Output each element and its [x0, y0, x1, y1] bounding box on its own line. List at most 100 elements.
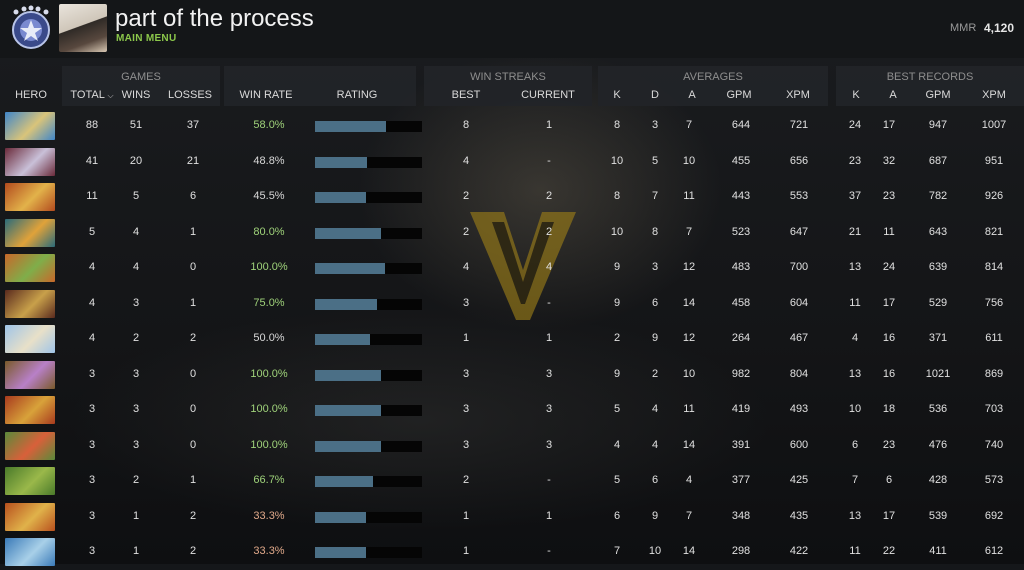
- hero-portrait-icon[interactable]: [5, 396, 55, 424]
- best-a-cell: 16: [882, 367, 896, 380]
- win-rate-cell: 66.7%: [253, 474, 285, 486]
- col-win-rate[interactable]: WIN RATE: [240, 89, 293, 101]
- table-row[interactable]: 4 4 0 100.0% 4 4 9 3 12 483 700 13 24 639 814: [0, 250, 1024, 286]
- table-row[interactable]: 3 1 2 33.3% 1-7 10 14 298 422 11 22 411 612: [0, 534, 1024, 570]
- streak-current-cell: -: [547, 154, 551, 167]
- mmr-label: MMR: [950, 22, 977, 34]
- streak-current-cell: -: [547, 296, 551, 309]
- table-row[interactable]: 3 3 0 100.0% 3 3 9 2 10 982 804 13 16 1021 869: [0, 357, 1024, 393]
- avg-k-cell: 9: [613, 261, 621, 273]
- hero-portrait-icon[interactable]: [5, 254, 55, 282]
- best-gpm-cell: 1021: [925, 367, 951, 380]
- best-a-cell: 16: [882, 332, 896, 344]
- avg-a-cell: 11: [683, 403, 695, 415]
- best-k-cell: 13: [848, 261, 862, 273]
- hero-portrait-icon[interactable]: [5, 502, 55, 531]
- win-rate-cell: 100.0%: [250, 367, 288, 380]
- hero-portrait-icon[interactable]: [5, 147, 55, 176]
- losses-cell: 1: [189, 296, 197, 309]
- col-best-k[interactable]: K: [852, 89, 859, 101]
- table-row[interactable]: 3 2 1 66.7% 2 - 5 6 4 377 425 7 6 428 573: [0, 463, 1024, 499]
- total-cell: 3: [88, 403, 96, 415]
- col-best-xpm[interactable]: XPM: [982, 89, 1006, 101]
- best-xpm-cell: 756: [984, 296, 1004, 309]
- table-row[interactable]: 4 2 2 50.0% 1 1 2 9 12 264 467 4 16 371 611: [0, 321, 1024, 357]
- wins-cell: 51: [129, 119, 143, 131]
- avg-k-cell: 5: [613, 403, 621, 415]
- col-avg-d[interactable]: D: [651, 89, 659, 101]
- streak-current-cell: 3: [545, 438, 553, 451]
- table-row[interactable]: 5 4 1 80.0% 2 2 10 8 7 523 647 21 11 643 821: [0, 215, 1024, 251]
- col-best-a[interactable]: A: [889, 89, 896, 101]
- table-row[interactable]: 3 3 0 100.0% 3 3 4 4 14 391 600 6 23 476 740: [0, 428, 1024, 464]
- best-a-cell: 23: [882, 438, 896, 451]
- table-row[interactable]: 11 5 6 45.5% 2 2 8 7 11 443 553 37 23 782 926: [0, 179, 1024, 215]
- best-k-cell: 6: [851, 438, 859, 451]
- hero-portrait-icon[interactable]: [5, 360, 55, 389]
- hero-portrait-icon[interactable]: [5, 325, 55, 353]
- avg-gpm-cell: 455: [731, 154, 751, 167]
- losses-cell: 1: [189, 474, 197, 486]
- avg-d-cell: 9: [651, 509, 659, 522]
- hero-portrait-icon[interactable]: [5, 112, 55, 140]
- col-wins[interactable]: WINS: [122, 89, 151, 101]
- hero-portrait-icon[interactable]: [5, 538, 55, 566]
- col-best-gpm[interactable]: GPM: [925, 89, 950, 101]
- avg-k-cell: 9: [613, 367, 621, 380]
- hero-portrait-icon[interactable]: [5, 218, 55, 247]
- best-k-cell: 13: [848, 509, 862, 522]
- avg-d-cell: 8: [651, 225, 659, 238]
- hero-portrait-icon[interactable]: [5, 289, 55, 318]
- rating-bar: [315, 298, 422, 310]
- streak-best-cell: 2: [462, 474, 470, 486]
- streak-best-cell: 3: [462, 438, 470, 451]
- win-rate-cell: 100.0%: [250, 403, 288, 415]
- win-rate-cell: 100.0%: [250, 438, 288, 451]
- col-losses[interactable]: LOSSES: [168, 89, 212, 101]
- table-row[interactable]: 3 1 2 33.3% 1 1 6 9 7 348 435 13 17 539 692: [0, 499, 1024, 535]
- hero-portrait-icon[interactable]: [5, 183, 55, 211]
- best-a-cell: 17: [882, 509, 896, 522]
- avg-a-cell: 12: [682, 332, 696, 344]
- wins-cell: 4: [132, 225, 140, 238]
- col-avg-xpm[interactable]: XPM: [786, 89, 810, 101]
- best-a-cell: 18: [882, 403, 896, 415]
- avg-k-cell: 8: [613, 119, 621, 131]
- rating-bar-fill: [315, 121, 386, 132]
- hero-portrait-icon[interactable]: [5, 431, 55, 460]
- hero-portrait-icon[interactable]: [5, 467, 55, 495]
- avg-k-cell: 8: [613, 190, 621, 202]
- main-menu-link[interactable]: MAIN MENU: [116, 33, 176, 44]
- win-streaks-group-label: WIN STREAKS: [470, 71, 546, 83]
- table-row[interactable]: 4 3 1 75.0% 3 - 9 6 14 458 604 11 17 529 756: [0, 286, 1024, 322]
- avg-d-cell: 3: [651, 119, 659, 131]
- table-row[interactable]: 3 3 0 100.0% 3 3 5 4 11 419 493 10 18 536 703: [0, 392, 1024, 428]
- col-hero[interactable]: HERO: [15, 89, 47, 101]
- avg-gpm-cell: 644: [731, 119, 751, 131]
- avatar[interactable]: [59, 4, 107, 52]
- col-avg-k[interactable]: K: [613, 89, 620, 101]
- avg-d-cell: 3: [651, 261, 659, 273]
- avg-a-cell: 14: [682, 296, 696, 309]
- table-row[interactable]: 41 20 21 48.8% 4 - 10 5 10 455 656 23 32 687 951: [0, 144, 1024, 180]
- best-xpm-cell: 740: [984, 438, 1004, 451]
- avg-a-cell: 7: [685, 509, 693, 522]
- averages-group-label: AVERAGES: [683, 71, 743, 83]
- avg-xpm-cell: 493: [789, 403, 809, 415]
- avg-d-cell: 6: [651, 296, 659, 309]
- col-total[interactable]: TOTAL ⌵: [70, 89, 113, 101]
- col-streak-best[interactable]: BEST: [452, 89, 481, 101]
- rating-bar-fill: [315, 334, 370, 345]
- rating-bar-fill: [315, 476, 373, 487]
- total-cell: 3: [88, 367, 96, 380]
- best-a-cell: 6: [885, 474, 893, 486]
- col-avg-gpm[interactable]: GPM: [726, 89, 751, 101]
- col-avg-a[interactable]: A: [688, 89, 695, 101]
- best-gpm-cell: 529: [928, 296, 948, 309]
- table-row[interactable]: 88 51 37 58.0% 8 1 8 3 7 644 721 24 17 947 1007: [0, 108, 1024, 144]
- col-streak-current[interactable]: CURRENT: [521, 89, 575, 101]
- col-rating[interactable]: RATING: [337, 89, 378, 101]
- win-rate-cell: 50.0%: [253, 332, 285, 344]
- avg-k-cell: 4: [613, 438, 621, 451]
- rating-bar: [315, 121, 422, 132]
